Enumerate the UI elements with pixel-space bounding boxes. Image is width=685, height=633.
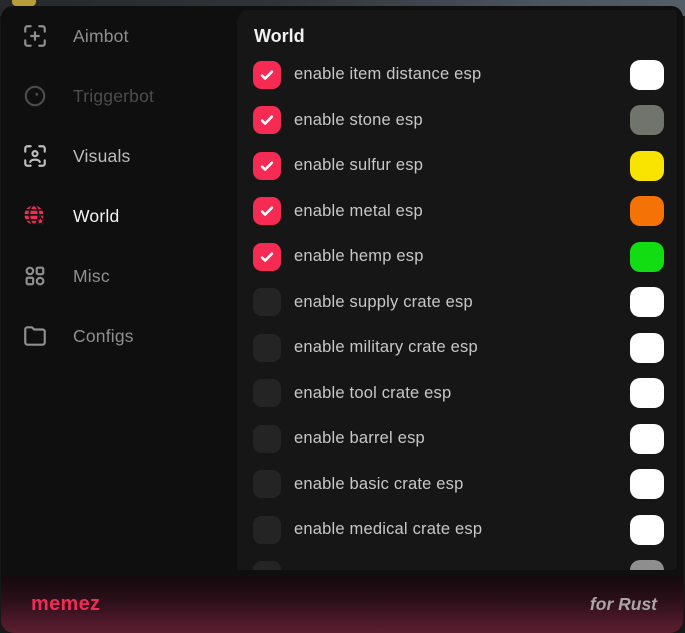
setting-row: enable hemp esp (237, 234, 677, 280)
setting-row-partial (237, 553, 677, 571)
checkbox-checked[interactable] (253, 243, 281, 271)
setting-label: enable sulfur esp (294, 156, 630, 175)
setting-row: enable supply crate esp (237, 280, 677, 326)
brand-name: memez (31, 593, 100, 616)
color-swatch[interactable] (630, 469, 664, 499)
checkbox-unchecked[interactable] (253, 470, 281, 498)
setting-label: enable supply crate esp (294, 293, 630, 312)
sidebar-item-label: World (73, 206, 119, 227)
sidebar-item-configs[interactable]: Configs (1, 306, 237, 366)
color-swatch[interactable] (630, 287, 664, 317)
category-grid-icon (22, 263, 48, 289)
setting-label: enable basic crate esp (294, 475, 630, 494)
color-swatch[interactable] (630, 515, 664, 545)
footer-bar: memez for Rust (1, 576, 683, 633)
color-swatch[interactable] (630, 378, 664, 408)
crosshair-focus-icon (22, 23, 48, 49)
setting-label: enable barrel esp (294, 429, 630, 448)
setting-row: enable tool crate esp (237, 371, 677, 417)
globe-star-icon (22, 203, 48, 229)
setting-label: enable tool crate esp (294, 384, 630, 403)
checkbox-unchecked[interactable] (253, 288, 281, 316)
setting-label: enable item distance esp (294, 65, 630, 84)
checkbox-checked[interactable] (253, 61, 281, 89)
color-swatch[interactable] (630, 151, 664, 181)
setting-label: enable medical crate esp (294, 520, 630, 539)
sidebar-item-label: Misc (73, 266, 110, 287)
setting-row: enable stone esp (237, 98, 677, 144)
checkbox-unchecked[interactable] (253, 425, 281, 453)
setting-row: enable sulfur esp (237, 143, 677, 189)
sidebar-item-world[interactable]: World (1, 186, 237, 246)
checkbox-checked[interactable] (253, 106, 281, 134)
checkbox-unchecked[interactable] (253, 334, 281, 362)
setting-row: enable item distance esp (237, 52, 677, 98)
circle-dot-icon (22, 83, 48, 109)
sidebar-item-label: Aimbot (73, 26, 129, 47)
folder-icon (22, 323, 48, 349)
setting-row: enable basic crate esp (237, 462, 677, 508)
color-swatch[interactable] (630, 60, 664, 90)
checkbox-unchecked[interactable] (253, 516, 281, 544)
setting-row: enable metal esp (237, 189, 677, 235)
setting-row: enable military crate esp (237, 325, 677, 371)
checkbox-checked[interactable] (253, 152, 281, 180)
sidebar-item-label: Configs (73, 326, 134, 347)
setting-row: enable barrel esp (237, 416, 677, 462)
setting-label: enable metal esp (294, 202, 630, 221)
footer-tagline: for Rust (590, 594, 657, 615)
color-swatch[interactable] (630, 333, 664, 363)
settings-rows: enable item distance esp enable stone esp… (237, 52, 677, 570)
checkbox-unchecked[interactable] (253, 379, 281, 407)
setting-label: enable stone esp (294, 111, 630, 130)
sidebar-item-triggerbot[interactable]: Triggerbot (1, 66, 237, 126)
setting-label: enable hemp esp (294, 247, 630, 266)
cheat-menu-window: AimbotTriggerbotVisualsWorldMiscConfigs … (1, 6, 683, 633)
setting-row: enable medical crate esp (237, 507, 677, 553)
color-swatch[interactable] (630, 560, 664, 570)
color-swatch[interactable] (630, 424, 664, 454)
color-swatch[interactable] (630, 242, 664, 272)
sidebar-item-aimbot[interactable]: Aimbot (1, 6, 237, 66)
color-swatch[interactable] (630, 196, 664, 226)
sidebar-item-visuals[interactable]: Visuals (1, 126, 237, 186)
person-scan-icon (22, 143, 48, 169)
color-swatch[interactable] (630, 105, 664, 135)
setting-label: enable military crate esp (294, 338, 630, 357)
sidebar-item-label: Triggerbot (73, 86, 154, 107)
checkbox-checked[interactable] (253, 197, 281, 225)
panel-title: World (237, 10, 677, 52)
sidebar-item-misc[interactable]: Misc (1, 246, 237, 306)
sidebar-item-label: Visuals (73, 146, 131, 167)
world-settings-panel: World enable item distance esp enable sto… (237, 10, 677, 570)
sidebar-nav: Aimbot Triggerbot Visuals World Misc Configs (1, 6, 237, 576)
checkbox-unchecked[interactable] (253, 561, 281, 570)
